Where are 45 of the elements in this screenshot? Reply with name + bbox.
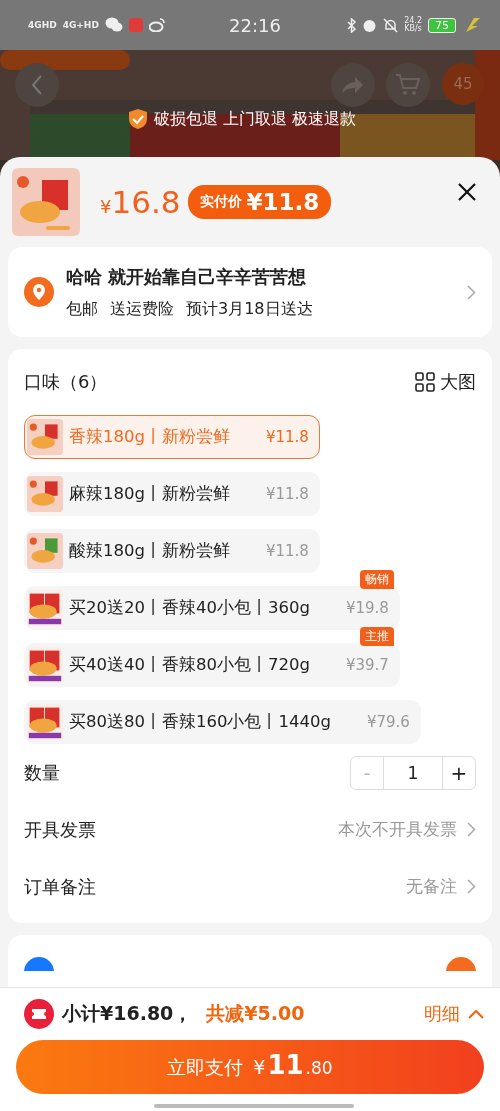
back-icon[interactable] — [30, 74, 44, 96]
flavor-option[interactable]: 酸辣180g丨新粉尝鲜 ¥11.8 — [24, 529, 320, 573]
option-group-title: 口味（6） — [24, 370, 108, 394]
recipient-name: 哈哈 就开始靠自己辛辛苦苦想 — [66, 264, 308, 289]
network-speed: 24.2 — [404, 17, 422, 25]
chevron-right-icon[interactable] — [467, 822, 476, 837]
large-view-toggle[interactable]: 大图 — [415, 370, 476, 394]
flavor-option[interactable]: 买20送20丨香辣40小包丨360g ¥19.8 — [24, 586, 400, 630]
coupon-icon — [24, 999, 54, 1029]
cart-icon[interactable] — [395, 73, 421, 97]
mute-icon — [383, 17, 399, 33]
discount-text: 共减¥5.00 — [206, 1001, 305, 1026]
flavor-option[interactable]: 麻辣180g丨新粉尝鲜 ¥11.8 — [24, 472, 320, 516]
payment-app-icon — [24, 957, 54, 971]
quantity-field[interactable]: 1 — [383, 756, 443, 789]
option-tag: 主推 — [359, 627, 394, 646]
bluetooth-icon — [347, 17, 357, 33]
location-pin-icon — [24, 277, 54, 307]
delivery-info: 包邮 — [66, 298, 98, 320]
network-label: 4GHD — [28, 20, 57, 30]
setting-label: 订单备注 — [24, 874, 96, 899]
clock-time: 22:16 — [229, 14, 281, 36]
increase-button[interactable]: + — [443, 756, 475, 789]
chevron-right-icon[interactable] — [467, 284, 476, 300]
network-speed: KB/s — [404, 25, 422, 33]
quantity-label: 数量 — [24, 760, 60, 785]
app-icon — [128, 18, 143, 32]
product-price: ¥16.8 — [100, 184, 181, 220]
chat-icon — [104, 17, 123, 33]
flavor-option[interactable]: 买40送40丨香辣80小包丨720g ¥39.7 — [24, 643, 400, 687]
chevron-up-icon[interactable] — [468, 1009, 484, 1019]
guarantee-text: 破损包退 上门取退 极速退款 — [154, 108, 357, 130]
share-icon[interactable] — [341, 75, 365, 95]
shield-check-icon — [128, 108, 148, 130]
weibo-icon — [148, 18, 165, 32]
battery-indicator: 75 — [428, 17, 456, 33]
setting-label: 开具发票 — [24, 817, 96, 842]
grid-icon[interactable] — [415, 372, 435, 392]
delivery-info: 送运费险 — [110, 298, 174, 320]
subtotal-text: 小计¥16.80， — [62, 1001, 193, 1026]
network-label: 4G+HD — [62, 20, 99, 30]
delivery-info: 预计3月18日送达 — [186, 298, 313, 320]
option-tag: 畅销 — [359, 570, 394, 589]
chevron-right-icon[interactable] — [467, 879, 476, 894]
flavor-option[interactable]: 买80送80丨香辣160小包丨1440g ¥79.6 — [24, 700, 421, 744]
